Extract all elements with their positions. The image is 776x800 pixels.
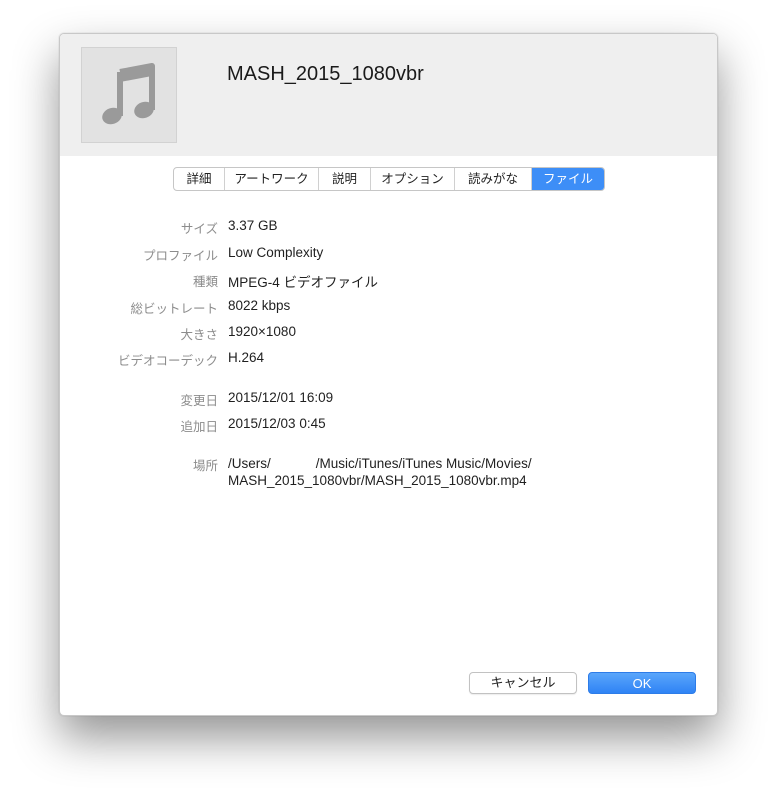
modified-value: 2015/12/01 16:09 [228, 390, 334, 405]
added-value: 2015/12/03 0:45 [228, 416, 326, 431]
tab-artwork[interactable]: アートワーク [225, 168, 319, 190]
dimensions-value: 1920×1080 [228, 324, 296, 339]
bitrate-value: 8022 kbps [228, 298, 291, 313]
size-value: 3.37 GB [228, 218, 278, 233]
info-row-profile: プロファイル Low Complexity [60, 245, 717, 263]
tab-bar: 詳細 アートワーク 説明 オプション 読みがな ファイル [173, 167, 605, 191]
info-row-dimensions: 大きさ 1920×1080 [60, 324, 717, 342]
profile-value: Low Complexity [228, 245, 324, 260]
added-label: 追加日 [180, 419, 218, 434]
kind-label: 種類 [192, 274, 218, 289]
music-note-icon [102, 63, 155, 125]
kind-value: MPEG-4 ビデオファイル [228, 275, 379, 290]
info-row-added: 追加日 2015/12/03 0:45 [60, 416, 717, 434]
location-line-1: /Users/ /Music/iTunes/iTunes Music/Movie… [228, 456, 532, 471]
media-title: MASH_2015_1080vbr [227, 63, 424, 85]
info-row-bitrate: 総ビットレート 8022 kbps [60, 298, 717, 316]
info-row-codec: ビデオコーデック H.264 [60, 350, 717, 368]
location-line-2: MASH_2015_1080vbr/MASH_2015_1080vbr.mp4 [228, 473, 527, 488]
cancel-button[interactable]: キャンセル [469, 672, 577, 694]
codec-value: H.264 [228, 350, 265, 365]
tab-details[interactable]: 詳細 [174, 168, 225, 190]
profile-label: プロファイル [142, 248, 218, 263]
tab-description[interactable]: 説明 [319, 168, 371, 190]
modified-label: 変更日 [180, 393, 218, 408]
info-dialog: MASH_2015_1080vbr 詳細 アートワーク 説明 オプション 読みが… [59, 33, 718, 716]
tab-options[interactable]: オプション [371, 168, 455, 190]
info-row-size: サイズ 3.37 GB [60, 218, 717, 236]
tab-sorting[interactable]: 読みがな [455, 168, 532, 190]
ok-button[interactable]: OK [588, 672, 696, 694]
tab-file[interactable]: ファイル [532, 168, 604, 190]
artwork-placeholder [81, 47, 177, 143]
size-label: サイズ [180, 221, 218, 236]
location-value[interactable]: /Users/ /Music/iTunes/iTunes Music/Movie… [228, 455, 532, 489]
bitrate-label: 総ビットレート [130, 301, 218, 316]
info-row-modified: 変更日 2015/12/01 16:09 [60, 390, 717, 408]
dialog-header: MASH_2015_1080vbr [60, 34, 717, 156]
location-label: 場所 [192, 458, 218, 473]
info-row-kind: 種類 MPEG-4 ビデオファイル [60, 271, 717, 290]
codec-label: ビデオコーデック [117, 353, 218, 368]
dimensions-label: 大きさ [180, 327, 218, 342]
